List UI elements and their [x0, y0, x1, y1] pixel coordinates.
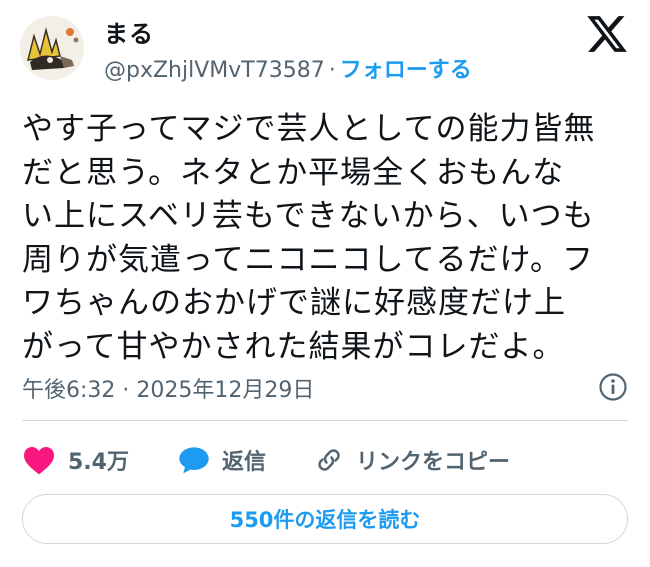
link-icon [314, 445, 344, 475]
like-count: 5.4万 [68, 450, 129, 475]
tweet-text: やす子ってマジで芸人としての能力皆無 だと思う。ネタとか平場全くおもんな い上に… [22, 111, 596, 365]
avatar[interactable] [20, 16, 84, 80]
user-handle[interactable]: @pxZhjlVMvT73587 [104, 58, 325, 83]
x-logo-icon[interactable] [585, 12, 629, 56]
avatar-image [20, 16, 84, 80]
tweet-card: まる @pxZhjlVMvT73587 · フォローする やす子ってマジで芸人として… [0, 0, 650, 567]
handle-row: @pxZhjlVMvT73587 · フォローする [104, 52, 472, 84]
display-name[interactable]: まる [104, 14, 154, 49]
follow-button[interactable]: フォローする [340, 58, 472, 83]
read-replies-label: 550件の返信を読む [229, 508, 421, 532]
reply-bubble-icon [178, 445, 210, 475]
read-replies-button[interactable]: 550件の返信を読む [22, 494, 628, 544]
separator-dot: · [328, 58, 336, 83]
divider [22, 420, 628, 421]
copy-link-button[interactable]: リンクをコピー [314, 442, 510, 478]
reply-label: 返信 [222, 450, 267, 475]
heart-icon [22, 445, 56, 475]
info-icon[interactable] [598, 372, 628, 402]
tweet-timestamp[interactable]: 午後6:32 · 2025年12月29日 [22, 372, 314, 404]
copy-link-label: リンクをコピー [356, 450, 511, 475]
reply-button[interactable]: 返信 [178, 442, 266, 478]
like-button[interactable]: 5.4万 [22, 442, 129, 478]
